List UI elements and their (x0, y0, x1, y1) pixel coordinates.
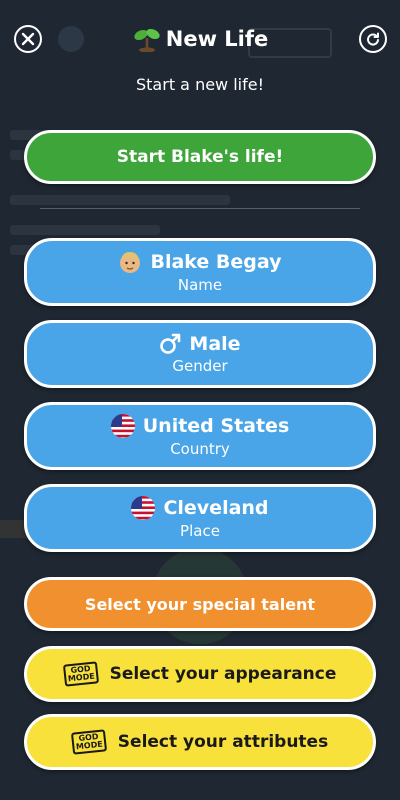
page-title: New Life (165, 27, 269, 51)
start-life-button[interactable]: Start Blake's life! (24, 130, 376, 184)
page-subtitle: Start a new life! (136, 75, 264, 94)
country-label: Country (170, 440, 230, 458)
modal-header: New Life Start a new life! (0, 0, 400, 100)
name-value: Blake Begay (150, 251, 282, 273)
god-mode-icon: GOD MODE (70, 729, 107, 755)
refresh-button[interactable] (359, 25, 387, 53)
appearance-label: Select your appearance (109, 664, 337, 684)
face-icon (120, 252, 141, 273)
place-label: Place (180, 522, 220, 540)
special-talent-label: Select your special talent (84, 594, 316, 614)
gender-button[interactable]: Male Gender (24, 320, 376, 388)
divider (40, 208, 360, 209)
place-button[interactable]: Cleveland Place (24, 484, 376, 552)
gender-label: Gender (172, 357, 228, 375)
name-label: Name (177, 276, 223, 294)
god-mode-icon: GOD MODE (62, 661, 99, 687)
attributes-button[interactable]: GOD MODE Select your attributes (24, 714, 376, 770)
country-button[interactable]: United States Country (24, 402, 376, 470)
start-life-label: Start Blake's life! (116, 147, 284, 167)
refresh-icon (367, 32, 379, 46)
special-talent-button[interactable]: Select your special talent (24, 577, 376, 631)
us-flag-icon (131, 496, 156, 520)
us-flag-icon (110, 414, 135, 438)
attributes-label: Select your attributes (117, 732, 329, 752)
country-value: United States (142, 415, 290, 437)
page-title-group: New Life (132, 26, 269, 52)
place-value: Cleveland (163, 497, 269, 519)
male-symbol-icon (160, 333, 181, 354)
sprout-icon (134, 28, 160, 52)
appearance-button[interactable]: GOD MODE Select your appearance (24, 646, 376, 702)
gender-value: Male (189, 333, 241, 355)
name-button[interactable]: Blake Begay Name (24, 238, 376, 306)
